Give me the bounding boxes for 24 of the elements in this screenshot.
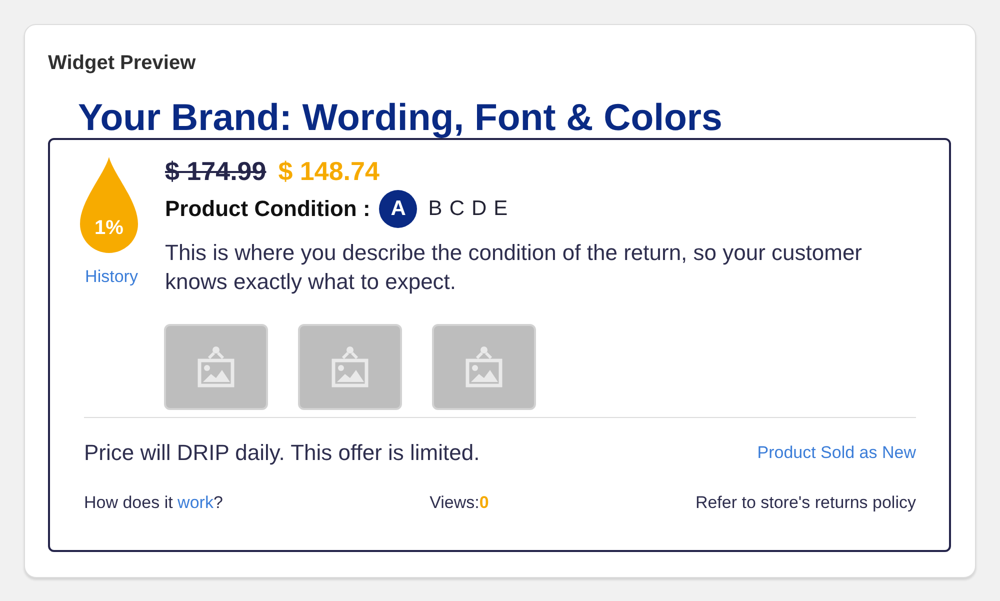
hanging-picture-icon	[196, 346, 236, 388]
work-link[interactable]: work	[178, 493, 214, 512]
original-price: $ 174.99	[165, 157, 266, 185]
hanging-picture-icon	[330, 346, 370, 388]
views-count: 0	[479, 493, 489, 513]
headline: Your Brand: Wording, Font & Colors	[78, 96, 724, 138]
panel-title: Widget Preview	[48, 52, 197, 74]
drip-notice: Price will DRIP daily. This offer is limited.	[84, 440, 480, 466]
how-it-works-text: How does it work?	[84, 493, 223, 513]
views-label: Views:	[430, 493, 480, 513]
sale-price: $ 148.74	[278, 157, 380, 185]
condition-description: This is where you describe the condition of the return, so your customer knows exactly what to expect.	[165, 239, 864, 296]
drop-icon	[80, 157, 138, 253]
history-link[interactable]: History	[85, 267, 138, 287]
grade-option[interactable]: E	[494, 197, 508, 221]
grade-option[interactable]: A	[379, 190, 418, 228]
condition-label: Product Condition :	[165, 196, 370, 222]
sold-as-new-link[interactable]: Product Sold as New	[757, 443, 916, 463]
discount-label: 1%	[94, 217, 124, 239]
hanging-picture-icon	[464, 346, 504, 388]
grade-option[interactable]: D	[471, 197, 487, 221]
returns-policy-text: Refer to store's returns policy	[695, 493, 916, 513]
grade-option[interactable]: B	[428, 197, 442, 221]
grade-option[interactable]: C	[449, 197, 464, 221]
